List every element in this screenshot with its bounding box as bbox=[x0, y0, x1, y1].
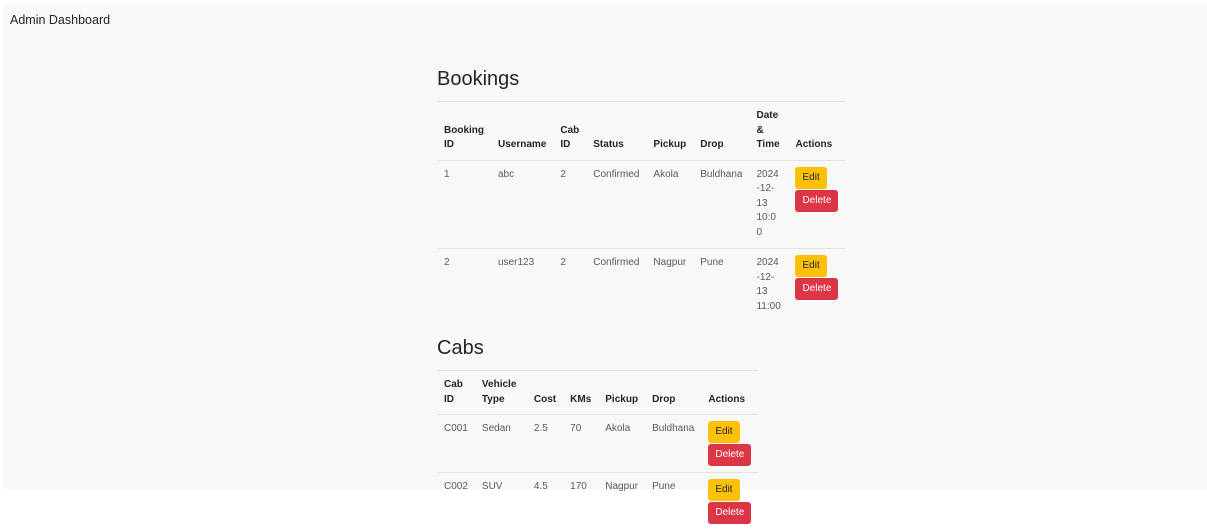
delete-button[interactable]: Delete bbox=[708, 444, 751, 466]
header-actions: Actions bbox=[788, 102, 845, 161]
header-actions: Actions bbox=[701, 371, 758, 415]
header-pickup: Pickup bbox=[598, 371, 645, 415]
drop-cell: Buldhana bbox=[645, 415, 701, 473]
datetime-cell: 2024-12-13 11:00 bbox=[749, 249, 788, 323]
edit-button[interactable]: Edit bbox=[708, 421, 739, 443]
actions-cell: Edit Delete bbox=[788, 160, 845, 249]
drop-cell: Buldhana bbox=[693, 160, 749, 249]
status-cell: Confirmed bbox=[586, 249, 646, 323]
delete-button[interactable]: Delete bbox=[795, 278, 838, 300]
header-kms: KMs bbox=[563, 371, 598, 415]
header-pickup: Pickup bbox=[646, 102, 693, 161]
actions-cell: Edit Delete bbox=[701, 415, 758, 473]
header-cab-id: CabID bbox=[437, 371, 475, 415]
status-cell: Confirmed bbox=[586, 160, 646, 249]
actions-cell: Edit Delete bbox=[701, 473, 758, 530]
cost-cell: 4.5 bbox=[527, 473, 563, 530]
pickup-cell: Akola bbox=[598, 415, 645, 473]
booking-id-cell: 2 bbox=[437, 249, 491, 323]
drop-cell: Pune bbox=[645, 473, 701, 530]
cabs-heading: Cabs bbox=[437, 336, 845, 360]
cab-id-cell: 2 bbox=[553, 160, 586, 249]
header-status: Status bbox=[586, 102, 646, 161]
bookings-table: BookingID Username CabID Status Pickup D… bbox=[437, 101, 845, 322]
pickup-cell: Nagpur bbox=[598, 473, 645, 530]
header-cost: Cost bbox=[527, 371, 563, 415]
table-row: C002 SUV 4.5 170 Nagpur Pune Edit Delete bbox=[437, 473, 758, 530]
table-row: 2 user123 2 Confirmed Nagpur Pune 2024-1… bbox=[437, 249, 845, 323]
booking-id-cell: 1 bbox=[437, 160, 491, 249]
vehicle-type-cell: Sedan bbox=[475, 415, 527, 473]
header-date-time: Date&Time bbox=[749, 102, 788, 161]
delete-button[interactable]: Delete bbox=[795, 190, 838, 212]
bookings-header-row: BookingID Username CabID Status Pickup D… bbox=[437, 102, 845, 161]
kms-cell: 70 bbox=[563, 415, 598, 473]
header-cab-id: CabID bbox=[553, 102, 586, 161]
cabs-header-row: CabID VehicleType Cost KMs Pickup Drop A… bbox=[437, 371, 758, 415]
bookings-heading: Bookings bbox=[437, 67, 845, 91]
header-username: Username bbox=[491, 102, 553, 161]
cabs-table: CabID VehicleType Cost KMs Pickup Drop A… bbox=[437, 370, 758, 530]
pickup-cell: Akola bbox=[646, 160, 693, 249]
cab-id-cell: C001 bbox=[437, 415, 475, 473]
main-content: Bookings BookingID Username CabID Status… bbox=[437, 67, 845, 530]
username-cell: abc bbox=[491, 160, 553, 249]
kms-cell: 170 bbox=[563, 473, 598, 530]
page-background: Admin Dashboard Bookings BookingID Usern… bbox=[3, 3, 1207, 489]
edit-button[interactable]: Edit bbox=[708, 479, 739, 501]
datetime-cell: 2024-12-13 10:00 bbox=[749, 160, 788, 249]
vehicle-type-cell: SUV bbox=[475, 473, 527, 530]
pickup-cell: Nagpur bbox=[646, 249, 693, 323]
table-row: C001 Sedan 2.5 70 Akola Buldhana Edit De… bbox=[437, 415, 758, 473]
cab-id-cell: C002 bbox=[437, 473, 475, 530]
drop-cell: Pune bbox=[693, 249, 749, 323]
delete-button[interactable]: Delete bbox=[708, 502, 751, 524]
header-drop: Drop bbox=[645, 371, 701, 415]
edit-button[interactable]: Edit bbox=[795, 167, 826, 189]
header-drop: Drop bbox=[693, 102, 749, 161]
navbar-brand[interactable]: Admin Dashboard bbox=[10, 13, 110, 27]
username-cell: user123 bbox=[491, 249, 553, 323]
header-vehicle-type: VehicleType bbox=[475, 371, 527, 415]
cost-cell: 2.5 bbox=[527, 415, 563, 473]
cab-id-cell: 2 bbox=[553, 249, 586, 323]
edit-button[interactable]: Edit bbox=[795, 255, 826, 277]
table-row: 1 abc 2 Confirmed Akola Buldhana 2024-12… bbox=[437, 160, 845, 249]
header-booking-id: BookingID bbox=[437, 102, 491, 161]
actions-cell: Edit Delete bbox=[788, 249, 845, 323]
